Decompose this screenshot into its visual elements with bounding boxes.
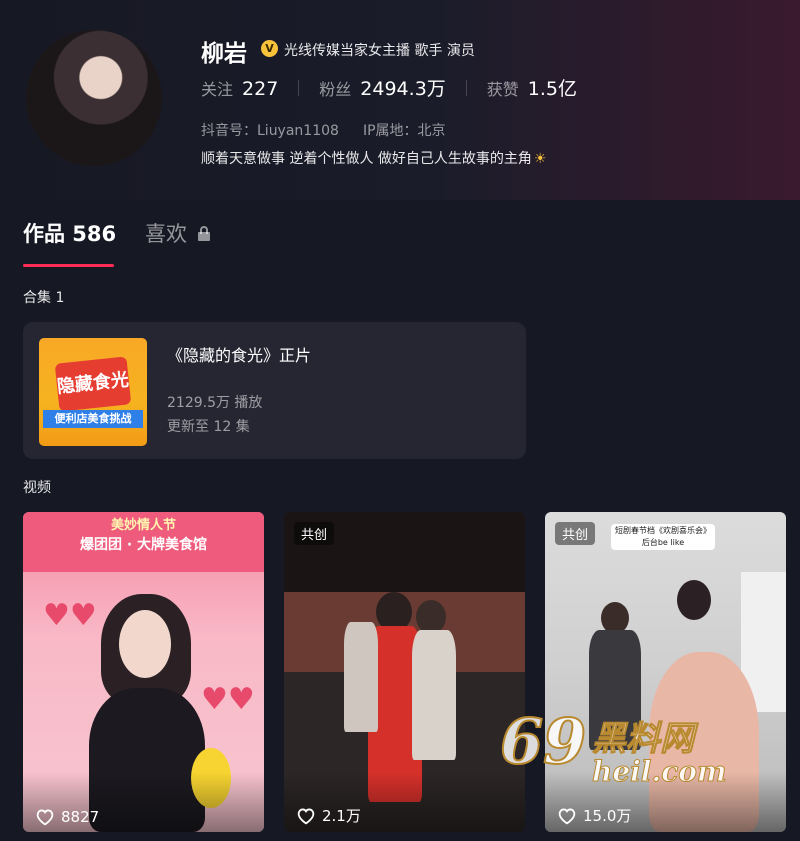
- cover-banner: 便利店美食挑战: [43, 410, 143, 428]
- co-creation-tag: 共创: [294, 522, 335, 545]
- watermark-number: 69: [499, 704, 587, 779]
- person-white-costume: [344, 622, 378, 732]
- followers-stat[interactable]: 粉丝 2494.3万: [319, 74, 446, 101]
- site-watermark: 69 黑料网 heil.com: [499, 704, 760, 800]
- profile-header: 柳岩 V 光线传媒当家女主播 歌手 演员 关注 227 粉丝 2494.3万 获…: [0, 0, 800, 200]
- followers-count: 2494.3万: [360, 78, 446, 100]
- verification-text: 光线传媒当家女主播 歌手 演员: [284, 43, 475, 59]
- person-face: [119, 610, 171, 678]
- heart-icon: [297, 808, 315, 824]
- profile-tabs: 作品 586 喜欢: [23, 218, 783, 268]
- profile-bio: 顺着天意做事 逆着个性做人 做好自己人生故事的主角 ☀: [201, 148, 546, 168]
- ip-location: IP属地：北京: [362, 123, 446, 139]
- video-like-count: 15.0万: [557, 805, 631, 826]
- video-caption: 短剧春节档《欢剧喜乐会》 后台be like: [611, 524, 715, 550]
- followers-label: 粉丝: [319, 80, 352, 99]
- following-stat[interactable]: 关注 227: [201, 76, 278, 100]
- heart-icon: [36, 809, 54, 826]
- like-count: 2.1万: [322, 807, 361, 825]
- sun-icon: ☀: [533, 151, 547, 167]
- video-card[interactable]: 美妙情人节 爆团团 · 大牌美食馆 ♥♥ ♥♥ 8827: [23, 512, 264, 832]
- tab-works[interactable]: 作品 586: [23, 218, 116, 248]
- like-count: 15.0万: [583, 807, 632, 825]
- like-count: 8827: [61, 808, 100, 826]
- heart-decoration-icon: ♥♥: [43, 598, 97, 633]
- collections-label: 合集 1: [23, 290, 65, 306]
- profile-stats: 关注 227 粉丝 2494.3万 获赞 1.5亿: [201, 74, 577, 101]
- person-head: [416, 600, 446, 634]
- collection-card[interactable]: 隐藏食光 便利店美食挑战 《隐藏的食光》正片 2129.5万 播放 更新至 12…: [23, 322, 526, 459]
- active-tab-indicator: [23, 264, 114, 267]
- cover-title: 隐藏食光: [54, 356, 132, 412]
- video-like-count: 8827: [35, 808, 99, 826]
- person-head: [677, 580, 711, 620]
- following-label: 关注: [201, 79, 234, 99]
- person-white-costume: [412, 630, 456, 760]
- co-creation-tag: 共创: [555, 522, 596, 545]
- collection-updated: 更新至 12 集: [167, 419, 250, 435]
- watermark-url: heil.com: [592, 755, 728, 789]
- likes-label: 获赞: [486, 80, 519, 99]
- collection-cover: 隐藏食光 便利店美食挑战: [39, 338, 147, 446]
- video-headline: 美妙情人节: [110, 518, 176, 533]
- divider: [298, 79, 300, 96]
- collection-title: 《隐藏的食光》正片: [167, 346, 312, 365]
- profile-meta: 抖音号：Liuyan1108 IP属地：北京: [201, 120, 470, 140]
- douyin-id: 抖音号：Liuyan1108: [201, 123, 339, 139]
- following-count: 227: [242, 77, 279, 100]
- heart-decoration-icon: ♥♥: [201, 682, 255, 717]
- profile-name: 柳岩: [201, 41, 247, 67]
- divider: [465, 79, 467, 96]
- watermark-title: 黑料网: [592, 719, 695, 760]
- videos-label: 视频: [23, 480, 51, 496]
- video-like-count: 2.1万: [296, 805, 361, 826]
- likes-count: 1.5亿: [527, 78, 578, 100]
- bio-text: 顺着天意做事 逆着个性做人 做好自己人生故事的主角: [201, 151, 532, 167]
- likes-stat: 获赞 1.5亿: [487, 74, 577, 101]
- verified-icon: V: [261, 40, 278, 57]
- heart-icon: [558, 808, 576, 824]
- collection-plays: 2129.5万 播放: [167, 395, 263, 411]
- video-subheadline: 爆团团 · 大牌美食馆: [79, 537, 208, 553]
- avatar[interactable]: [26, 30, 162, 166]
- lock-icon: [197, 226, 211, 241]
- video-card[interactable]: 共创 2.1万: [284, 512, 525, 832]
- tab-likes[interactable]: 喜欢: [145, 218, 187, 248]
